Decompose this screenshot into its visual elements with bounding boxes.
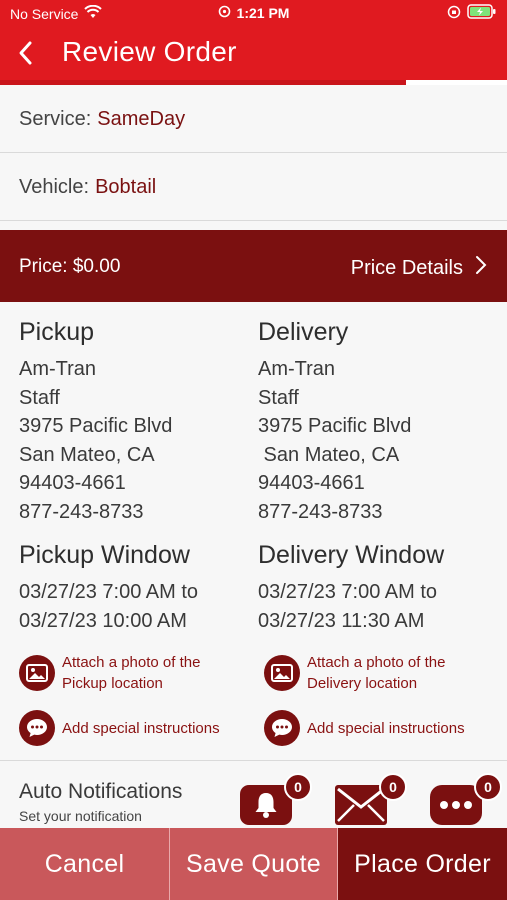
- delivery-line: 877-243-8733: [258, 500, 383, 523]
- pickup-photo-label: Attach a photo of the: [62, 654, 201, 671]
- speech-bubble-icon: [19, 710, 55, 746]
- place-order-button[interactable]: Place Order: [338, 828, 507, 900]
- pickup-line: San Mateo, CA: [19, 443, 155, 466]
- speech-bubble-icon: [264, 710, 300, 746]
- delivery-window-line: 03/27/23 11:30 AM: [258, 609, 425, 632]
- price-details-label: Price Details: [350, 256, 463, 279]
- delivery-instructions-button[interactable]: Add special instructions: [264, 710, 465, 746]
- nav-bar: Review Order: [0, 26, 507, 80]
- pickup-line: Am-Tran: [19, 358, 97, 380]
- delivery-heading: Delivery: [258, 318, 349, 346]
- vehicle-value: Bobtail: [95, 176, 157, 198]
- pickup-column: Pickup Am-Tran Staff 3975 Pacific Blvd S…: [19, 315, 259, 635]
- pickup-line: 877-243-8733: [19, 500, 144, 523]
- delivery-photo-label: Attach a photo of the: [307, 654, 446, 671]
- pickup-instructions-button[interactable]: Add special instructions: [19, 710, 220, 746]
- delivery-window-line: 03/27/23 7:00 AM to: [258, 581, 438, 603]
- bell-count-badge: 0: [284, 773, 312, 801]
- email-notification-button[interactable]: 0: [335, 773, 407, 825]
- service-label: Service:: [19, 108, 92, 130]
- delivery-line: 94403-4661: [258, 472, 365, 494]
- price-details-link[interactable]: Price Details: [351, 255, 487, 281]
- text-count-badge: 0: [474, 773, 502, 801]
- delivery-instructions-label: Add special instructions: [307, 719, 465, 737]
- bell-notification-button[interactable]: 0: [240, 773, 312, 825]
- delivery-window-heading: Delivery Window: [258, 541, 445, 569]
- delivery-photo-button[interactable]: Attach a photo of the Delivery location: [264, 652, 445, 694]
- delivery-line: Staff: [258, 386, 299, 409]
- email-count-badge: 0: [379, 773, 407, 801]
- battery-icon: [467, 4, 497, 22]
- alarm-icon: [218, 5, 231, 21]
- save-quote-button[interactable]: Save Quote: [170, 828, 338, 900]
- image-icon: [19, 655, 55, 691]
- pickup-line: 3975 Pacific Blvd: [19, 415, 173, 437]
- back-arrow-icon[interactable]: [14, 38, 38, 68]
- text-notification-button[interactable]: 0: [430, 773, 502, 825]
- price-label: Price: $0.00: [19, 256, 121, 277]
- delivery-line: Am-Tran: [258, 358, 336, 380]
- order-progress-bar: [0, 80, 507, 85]
- delivery-column: Delivery Am-Tran Staff 3975 Pacific Blvd…: [258, 315, 498, 635]
- clock-time: 1:21 PM: [236, 5, 290, 21]
- progress-fill: [0, 80, 406, 85]
- status-bar: No Service 1:21 PM: [0, 0, 507, 26]
- cancel-button[interactable]: Cancel: [0, 828, 170, 900]
- auto-notifications-subtitle: Set your notification: [19, 808, 142, 824]
- image-icon: [264, 655, 300, 691]
- vehicle-row: Vehicle: Bobtail: [0, 155, 507, 221]
- pickup-window-line: 03/27/23 7:00 AM to: [19, 581, 199, 603]
- delivery-line: San Mateo, CA: [258, 443, 400, 466]
- page-title: Review Order: [62, 36, 237, 67]
- pickup-window-heading: Pickup Window: [19, 541, 190, 569]
- pickup-heading: Pickup: [19, 318, 95, 346]
- vehicle-label: Vehicle:: [19, 176, 90, 198]
- pickup-line: Staff: [19, 386, 60, 409]
- bottom-action-bar: Cancel Save Quote Place Order: [0, 828, 507, 900]
- delivery-photo-label: Delivery location: [307, 675, 418, 692]
- orientation-lock-icon: [447, 5, 461, 22]
- price-bar: Price: $0.00 Price Details: [0, 230, 507, 302]
- service-row: Service: SameDay: [0, 87, 507, 153]
- pickup-line: 94403-4661: [19, 472, 126, 494]
- service-value: SameDay: [97, 108, 186, 130]
- pickup-photo-label: Pickup location: [62, 675, 163, 692]
- pickup-photo-button[interactable]: Attach a photo of the Pickup location: [19, 652, 200, 694]
- auto-notifications-title: Auto Notifications: [19, 780, 183, 803]
- pickup-instructions-label: Add special instructions: [62, 719, 220, 737]
- delivery-line: 3975 Pacific Blvd: [258, 415, 412, 437]
- chevron-right-icon: [475, 255, 487, 281]
- pickup-window-line: 03/27/23 10:00 AM: [19, 609, 187, 632]
